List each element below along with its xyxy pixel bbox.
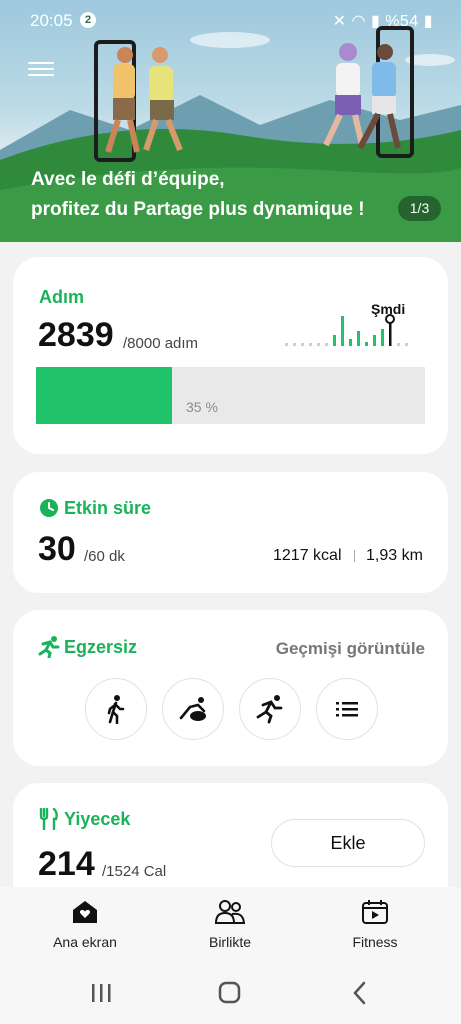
divider [354,550,355,562]
steps-goal: /8000 adım [123,335,199,352]
clock-icon [40,499,58,517]
exercise-card[interactable]: Egzersiz Geçmişi görüntüle [13,610,448,766]
mute-icon: ✕ [332,13,347,30]
active-calories: 1217 kcal [273,547,342,564]
food-title: Yiyecek [64,809,131,829]
yoga-icon [179,697,206,721]
status-bar: 20:05 2 ✕ ◠ ▮ %54 ▮ [0,0,461,40]
running-activity-icon [256,695,283,724]
active-time-title: Etkin süre [64,498,152,518]
nav-home-label: Ana ekran [53,934,117,950]
battery-icon: ▮ [423,13,433,30]
recent-apps-icon[interactable] [90,982,114,1004]
steps-title: Adım [39,287,84,307]
steps-progress-fill [36,367,172,424]
food-goal: /1524 Cal [102,863,167,880]
home-button-icon[interactable] [218,981,242,1005]
steps-hourly-sparkline [285,314,408,346]
steps-card[interactable]: Adım 2839 /8000 adım Şmdi 35 % [13,257,448,454]
fitness-video-icon [362,900,388,924]
nav-fitness[interactable]: Fitness [315,899,435,950]
active-time-goal: /60 dk [84,548,125,565]
nav-together-label: Birlikte [208,934,251,950]
system-navigation-bar [0,967,461,1024]
bottom-navigation: Ana ekran Birlikte Fitness [0,887,461,967]
banner-line-1: Avec le défi d’équipe, [31,169,225,190]
people-icon [214,900,246,924]
active-distance: 1,93 km [366,547,423,564]
exercise-title: Egzersiz [64,637,138,657]
running-icon [38,636,60,658]
banner-text: Avec le défi d’équipe, profitez du Parta… [31,165,365,225]
wifi-icon: ◠ [351,13,366,30]
fork-knife-icon [39,808,58,830]
yoga-button[interactable] [162,678,224,740]
food-value: 214 [38,845,95,883]
active-time-card[interactable]: Etkin süre 30 /60 dk 1217 kcal 1,93 km [13,472,448,593]
list-icon [336,702,358,717]
steps-progress-bar: 35 % [36,367,425,424]
notification-count-badge: 2 [80,12,96,28]
running-button[interactable] [239,678,301,740]
battery-percent: %54 [385,13,419,30]
walking-button[interactable] [85,678,147,740]
walking-icon [107,695,125,724]
active-time-value: 30 [38,530,76,568]
view-history-link[interactable]: Geçmişi görüntüle [276,639,425,659]
signal-icon: ▮ [370,13,381,30]
banner-pager: 1/3 [398,196,441,221]
home-heart-icon [73,901,97,923]
nav-home[interactable]: Ana ekran [25,899,145,950]
nav-together[interactable]: Birlikte [170,899,290,950]
status-time: 20:05 [30,11,73,30]
exercise-list-button[interactable] [316,678,378,740]
menu-button[interactable] [28,58,54,80]
add-food-button[interactable]: Ekle [271,819,425,867]
steps-progress-percent: 35 % [186,399,218,415]
steps-value: 2839 [38,316,114,354]
nav-fitness-label: Fitness [352,934,398,950]
status-icons: ✕ ◠ ▮ %54 ▮ [333,11,433,31]
back-icon[interactable] [350,981,370,1005]
banner-line-2: profitez du Partage plus dynamique ! [31,199,365,220]
